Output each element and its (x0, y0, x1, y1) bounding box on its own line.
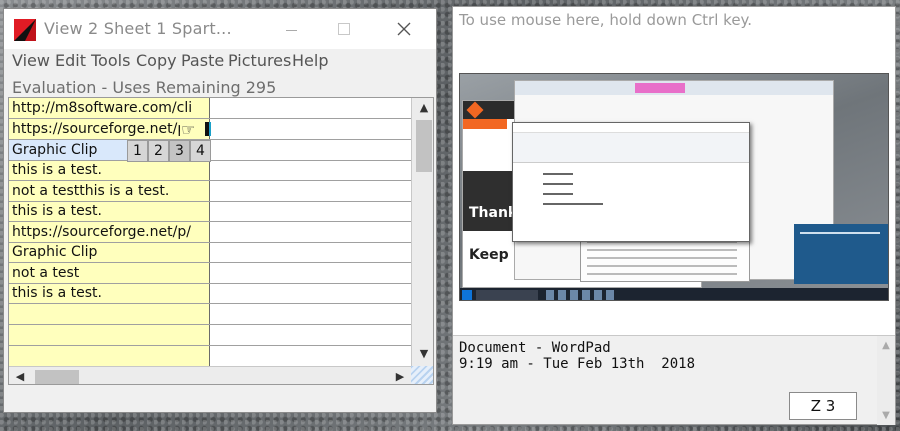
clip-tab-2[interactable]: 2 (148, 140, 169, 162)
clip-window: View 2 Sheet 1 Spart... View Edit Tools … (3, 8, 437, 413)
screenshot-preview[interactable]: Thank Keep (459, 73, 889, 301)
clip-cell[interactable]: https://sourceforge.net/p/ (12, 119, 180, 139)
clip-tab-1[interactable]: 1 (127, 140, 148, 162)
scroll-down-icon[interactable]: ▼ (412, 344, 433, 364)
z-order-button[interactable]: Z 3 (789, 392, 857, 420)
preview-keep-text: Keep (469, 247, 509, 263)
menu-paste[interactable]: Paste (181, 51, 224, 70)
mouse-hint: To use mouse here, hold down Ctrl key. (459, 11, 753, 29)
maximize-button[interactable] (322, 15, 366, 43)
clip-cell[interactable]: http://m8software.com/cli (12, 98, 208, 118)
taskbar-search-box (476, 290, 538, 300)
clip-cell[interactable]: https://sourceforge.net/p/ (12, 222, 208, 242)
clip-timestamp: 9:19 am - Tue Feb 13th 2018 (459, 356, 696, 372)
menu-edit[interactable]: Edit (55, 51, 86, 70)
source-document-title: Document - WordPad (459, 340, 611, 356)
clip-cell[interactable]: not a test (12, 263, 208, 283)
hand-pointer-icon: ☞ (181, 120, 196, 139)
sourceforge-logo-icon (466, 101, 484, 119)
clip-cell[interactable]: not a testthis is a test. (12, 181, 208, 201)
preview-wordpad-window (512, 122, 750, 242)
scroll-left-icon[interactable]: ◀ (9, 367, 31, 384)
clip-cell[interactable]: this is a test. (12, 160, 208, 180)
clip-column-b (209, 98, 411, 384)
vertical-scroll-thumb[interactable] (416, 120, 432, 172)
menu-pictures[interactable]: Pictures (228, 51, 291, 70)
clip-cell[interactable]: this is a test. (12, 201, 208, 221)
clip-tab-3[interactable]: 3 (169, 140, 190, 162)
clip-tab-4[interactable]: 4 (190, 140, 211, 162)
title-bar[interactable]: View 2 Sheet 1 Spart... (4, 9, 436, 49)
app-logo-icon (14, 19, 36, 41)
vertical-scrollbar[interactable]: ▲ ▼ (411, 98, 433, 366)
clip-number-tabs: 1 2 3 4 (127, 140, 211, 162)
scroll-down-icon[interactable]: ▼ (877, 408, 895, 424)
scroll-right-icon[interactable]: ▶ (389, 367, 411, 384)
info-scrollbar[interactable]: ▲ ▼ (877, 336, 895, 425)
close-button[interactable] (382, 15, 426, 43)
clip-cell[interactable]: this is a test. (12, 283, 208, 303)
menu-help[interactable]: Help (292, 51, 328, 70)
scroll-up-icon[interactable]: ▲ (412, 98, 433, 118)
menu-view[interactable]: View (12, 51, 50, 70)
close-icon (397, 22, 411, 36)
windows-start-icon (462, 290, 472, 300)
clip-marker-accent (209, 122, 211, 136)
preview-thank-text: Thank (469, 205, 518, 221)
menu-tools[interactable]: Tools (91, 51, 130, 70)
clip-info-panel: Document - WordPad 9:19 am - Tue Feb 13t… (453, 335, 895, 425)
horizontal-scroll-thumb[interactable] (35, 370, 79, 384)
clip-grid: http://m8software.com/cli https://source… (8, 97, 434, 385)
menu-bar: View Edit Tools Copy Paste Pictures Help (4, 51, 436, 73)
resize-grip-icon[interactable] (411, 366, 433, 384)
minimize-button[interactable] (270, 15, 314, 43)
preview-window: To use mouse here, hold down Ctrl key. T… (452, 6, 896, 425)
menu-copy[interactable]: Copy (136, 51, 177, 70)
window-title: View 2 Sheet 1 Spart... (44, 19, 232, 38)
horizontal-scrollbar[interactable]: ◀ ▶ (9, 366, 411, 384)
scroll-up-icon[interactable]: ▲ (877, 338, 895, 354)
clip-cell[interactable]: Graphic Clip (12, 242, 208, 262)
evaluation-status: Evaluation - Uses Remaining 295 (12, 78, 277, 97)
preview-notification (794, 224, 888, 284)
